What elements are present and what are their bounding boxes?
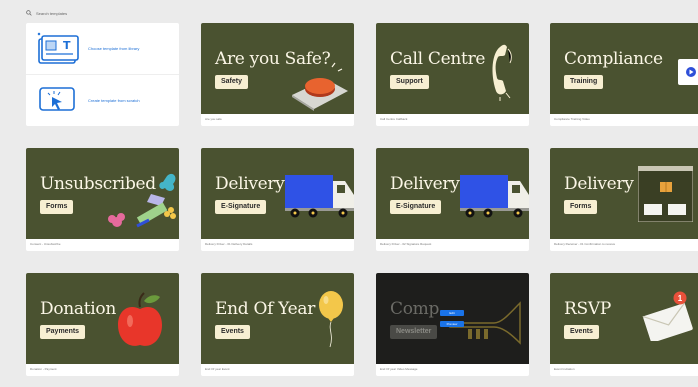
template-title: Donation [40, 299, 117, 319]
truck-icon [460, 175, 529, 218]
template-card[interactable]: Compliance Training Compliance Training … [550, 23, 698, 126]
template-tag: Training [564, 75, 604, 89]
template-title: Comp [390, 299, 440, 319]
template-card-hovered[interactable]: Comp Newsletter Edit Preview End Of year… [376, 273, 529, 376]
template-title: Compliance [564, 49, 663, 69]
flower-icon [108, 173, 176, 228]
template-title: Delivery [564, 174, 634, 194]
template-caption: Are you safe [205, 117, 222, 121]
template-title: Call Centre [390, 49, 486, 69]
template-caption: Event Invitation [554, 367, 575, 371]
create-from-scratch-option[interactable]: Create template from scratch [26, 74, 179, 125]
search-input[interactable]: Search templates [36, 11, 67, 16]
template-caption: Consent - Unsubscribe [30, 242, 61, 246]
choose-template-link[interactable]: Choose template from library [88, 46, 139, 51]
search-bar[interactable]: Search templates [26, 8, 67, 18]
template-card[interactable]: Call Centre Support Call Centre Callback [376, 23, 529, 126]
truck-icon [285, 175, 354, 218]
template-tag: Forms [564, 200, 598, 214]
template-title: Delivery [215, 174, 285, 194]
template-card[interactable]: Delivery E-Signature Delivery Driver - 0… [376, 148, 529, 251]
template-tag: Forms [40, 200, 74, 214]
template-library-icon: T [37, 32, 79, 64]
template-thumbnail[interactable]: Are you Safe? Safety [201, 23, 354, 114]
template-thumbnail[interactable]: Comp Newsletter Edit Preview [376, 273, 529, 364]
badge-count: 1 [678, 294, 683, 303]
template-thumbnail[interactable]: Compliance Training [550, 23, 698, 114]
template-tag: E-Signature [390, 200, 442, 214]
template-title: Delivery [390, 174, 460, 194]
template-card[interactable]: RSVP Events 1 Event Invitation [550, 273, 698, 376]
form-window-icon [638, 166, 693, 222]
template-card[interactable]: Are you Safe? Safety Are you safe [201, 23, 354, 126]
template-thumbnail[interactable]: Delivery Forms [550, 148, 698, 239]
create-template-panel: T Choose template from library Create te… [26, 23, 179, 126]
template-title: End Of Year [215, 299, 316, 319]
template-tag: Newsletter [390, 325, 438, 339]
template-caption: Compliance Training Video [554, 117, 590, 121]
template-card[interactable]: End Of Year Events End Of year Event [201, 273, 354, 376]
envelope-icon [642, 302, 693, 341]
template-thumbnail[interactable]: Delivery E-Signature [376, 148, 529, 239]
template-caption: End Of year Video Message [380, 367, 418, 371]
template-thumbnail[interactable]: Unsubscribed Forms [26, 148, 179, 239]
emergency-button-illustration [292, 62, 348, 111]
edit-button[interactable]: Edit [440, 310, 464, 316]
template-caption: Delivery Driver - 02 Signature Request [380, 242, 432, 246]
phone-icon [492, 44, 512, 101]
template-caption: Donation - Payment [30, 367, 57, 371]
template-caption: End Of year Event [205, 367, 230, 371]
template-tag: Events [564, 325, 599, 339]
template-tag: E-Signature [215, 200, 267, 214]
search-icon [26, 10, 32, 16]
template-title: RSVP [564, 299, 611, 319]
template-thumbnail[interactable]: Call Centre Support [376, 23, 529, 114]
template-card[interactable]: Delivery Forms Delivery Receiver - 01 Co… [550, 148, 698, 251]
template-thumbnail[interactable]: Donation Payments [26, 273, 179, 364]
template-tag: Events [215, 325, 250, 339]
template-thumbnail[interactable]: End Of Year Events [201, 273, 354, 364]
apple-icon [118, 292, 162, 346]
svg-text:T: T [63, 39, 71, 52]
preview-button[interactable]: Preview [440, 321, 464, 327]
choose-from-library-option[interactable]: T Choose template from library [26, 23, 179, 74]
template-card[interactable]: Delivery E-Signature Delivery Driver - 0… [201, 148, 354, 251]
cursor-click-icon [39, 87, 75, 111]
template-tag: Support [390, 75, 429, 89]
balloon-icon [319, 291, 343, 348]
video-play-icon [678, 59, 698, 85]
template-card[interactable]: Unsubscribed Forms Consent - Unsubscribe [26, 148, 179, 251]
template-caption: Delivery Receiver - 01 Confirmation to r… [554, 242, 616, 246]
notification-badge-icon: 1 [673, 291, 687, 305]
create-template-link[interactable]: Create template from scratch [88, 98, 140, 103]
template-caption: Call Centre Callback [380, 117, 408, 121]
template-caption: Delivery Driver - 01 Delivery Details [205, 242, 253, 246]
template-card[interactable]: Donation Payments Donation - Payment [26, 273, 179, 376]
template-tag: Payments [40, 325, 86, 339]
template-thumbnail[interactable]: RSVP Events 1 [550, 273, 698, 364]
template-tag: Safety [215, 75, 249, 89]
template-thumbnail[interactable]: Delivery E-Signature [201, 148, 354, 239]
